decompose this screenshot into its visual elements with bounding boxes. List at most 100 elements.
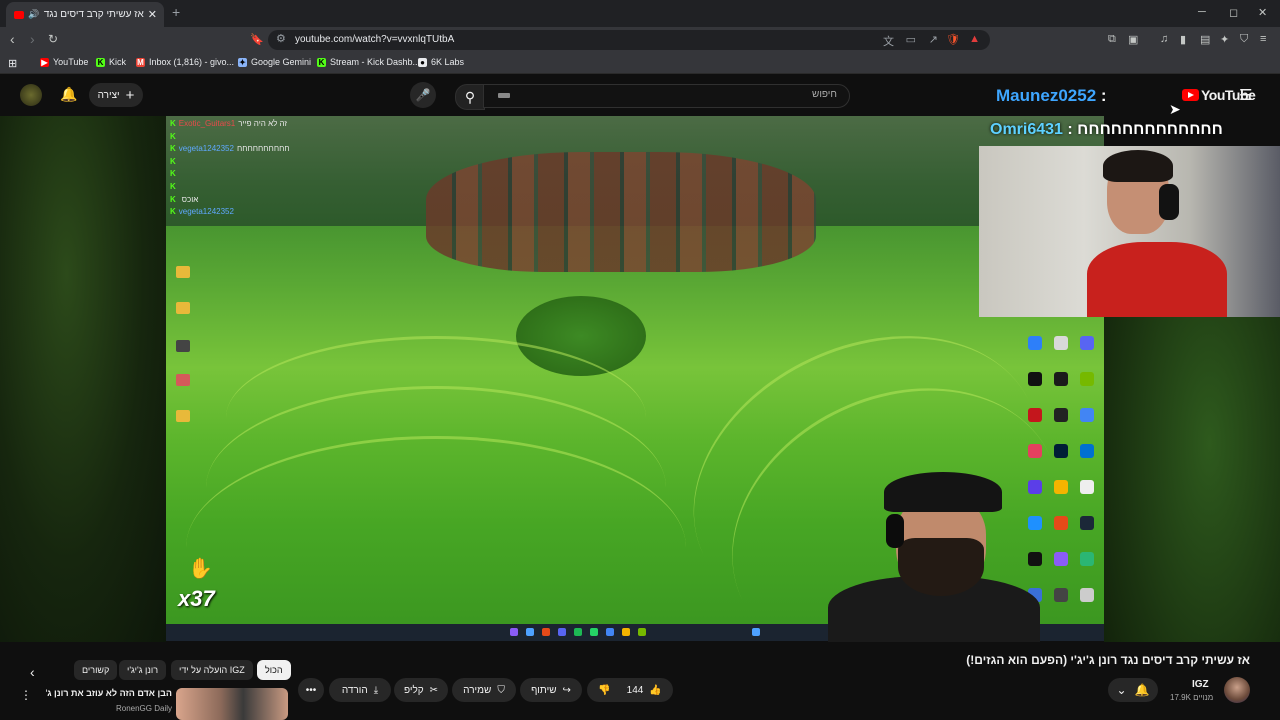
tab-bar xyxy=(0,0,1280,27)
taskbar-app-icon xyxy=(590,628,598,636)
chip-ronen[interactable]: רונן ג'יג'י xyxy=(119,660,167,680)
channel-avatar[interactable] xyxy=(1224,677,1250,703)
subscribe-button[interactable]: ⌄ 🔔 xyxy=(1108,678,1158,702)
chip-uploaded-by[interactable]: הועלה על ידי IGZ xyxy=(171,660,253,680)
chat-message: K xyxy=(170,168,330,181)
clip-button[interactable]: קליפ ✂ xyxy=(394,678,448,702)
scene-village xyxy=(426,152,816,272)
search-button[interactable]: ⚲ xyxy=(455,84,485,110)
close-tab-icon[interactable]: ✕ xyxy=(148,8,157,21)
create-label: יצירה xyxy=(97,89,120,101)
app-icon xyxy=(176,374,190,386)
overlay-chat-message: Omri6431 : חחחחחחחחחחחחח xyxy=(990,121,1223,139)
minimize-button[interactable]: ─ xyxy=(1198,6,1206,18)
sidebar-icon[interactable]: ▮ xyxy=(1180,33,1186,46)
kick-icon: K xyxy=(170,169,176,179)
desktop-app-icon xyxy=(1080,336,1094,350)
desktop-app-icon xyxy=(1080,480,1094,494)
browser-tab[interactable]: 🔊 אז עשיתי קרב דיסים נגד רונן ג ✕ xyxy=(6,2,164,27)
maximize-button[interactable]: ◻ xyxy=(1229,6,1238,19)
share-icon[interactable]: ↗ xyxy=(929,33,938,46)
chat-message: K Exotic_Guitars1 זה לא היה פייר xyxy=(170,118,330,131)
more-actions-icon[interactable]: ⋮ xyxy=(20,688,32,702)
recommended-channel[interactable]: RonenGG Daily xyxy=(100,704,172,713)
chip-related[interactable]: קשורים xyxy=(74,660,118,680)
webcam-beard xyxy=(898,538,984,596)
leo-ai-icon[interactable]: ✦ xyxy=(1220,33,1229,46)
bookmark-kick[interactable]: K Kick xyxy=(96,57,126,67)
address-bar[interactable]: ⚙ youtube.com/watch?v=vvxnlqTUtbA 文 ▭ ↗ … xyxy=(268,30,990,50)
menu-icon[interactable]: ≡ xyxy=(1260,33,1266,45)
kick-favicon-icon: K xyxy=(96,57,105,67)
gmail-favicon-icon: M xyxy=(136,57,145,67)
hand-emote-icon: ✋ xyxy=(188,558,213,580)
create-button[interactable]: יצירה + xyxy=(89,83,143,107)
chat-message: Kvegeta1242352 xyxy=(170,206,330,219)
extensions-icon[interactable]: ⧉ xyxy=(1108,33,1116,46)
share-label: שיתוף xyxy=(531,684,557,696)
chips-prev-icon[interactable]: ‹ xyxy=(30,664,35,680)
vpn-icon[interactable]: ⛉ xyxy=(1240,33,1248,46)
chat-separator: : xyxy=(1096,86,1107,105)
recommended-title[interactable]: הבן אדם הזה לא עוזב את רונן ג'יג'י xyxy=(46,688,172,698)
recommended-thumbnail[interactable] xyxy=(176,688,288,720)
chip-all[interactable]: הכול xyxy=(257,660,291,680)
desktop-app-icon xyxy=(1054,552,1068,566)
back-icon[interactable]: ‹ xyxy=(10,31,15,47)
webcam-cap xyxy=(884,472,1002,512)
kick-icon: K xyxy=(170,131,176,141)
bookmark-icon[interactable]: 🔖 xyxy=(250,33,264,46)
stream-chat-overlay: K Exotic_Guitars1 זה לא היה פייר K Kvegeta… xyxy=(170,118,330,219)
taskbar-app-icon xyxy=(542,628,550,636)
desktop-app-icon xyxy=(1054,588,1068,602)
apps-icon[interactable]: ⊞ xyxy=(8,57,17,70)
youtube-favicon-icon xyxy=(14,10,24,19)
chevron-down-icon: ⌄ xyxy=(1116,683,1127,697)
webcam-shirt xyxy=(1087,242,1227,317)
keyboard-icon[interactable] xyxy=(498,93,510,98)
desktop-app-icon xyxy=(1054,372,1068,386)
bookmark-6k-labs[interactable]: ● 6K Labs xyxy=(418,57,464,67)
desktop-app-icon xyxy=(1028,408,1042,422)
close-window-button[interactable]: ✕ xyxy=(1258,6,1267,19)
kick-icon: K xyxy=(170,194,176,204)
search-input[interactable]: חיפוש xyxy=(483,84,850,108)
kick-icon: K xyxy=(170,207,176,217)
music-icon[interactable]: ♫ xyxy=(1160,33,1168,45)
account-avatar[interactable] xyxy=(20,84,42,106)
bookmark-gmail[interactable]: M Inbox (1,816) - givo... xyxy=(136,57,234,67)
notifications-bell-icon[interactable]: 🔔 xyxy=(60,86,77,103)
translate-icon[interactable]: 文 xyxy=(883,33,894,49)
channel-name[interactable]: IGZ xyxy=(1192,679,1209,690)
voice-search-icon[interactable]: 🎤 xyxy=(410,82,436,108)
like-icon[interactable]: 👍 xyxy=(649,685,661,696)
chat-message: K אוכס xyxy=(170,194,330,207)
folder-icon xyxy=(176,266,190,278)
bookmark-youtube[interactable]: ▶ YouTube xyxy=(40,57,88,67)
screenshot-icon[interactable]: ▣ xyxy=(1128,33,1138,46)
new-tab-button[interactable]: + xyxy=(172,4,180,20)
bookmark-kick-dashboard[interactable]: K Stream - Kick Dashb... xyxy=(317,57,420,67)
save-button[interactable]: שמירה ⛉ xyxy=(452,678,516,702)
cast-icon[interactable]: ▭ xyxy=(906,33,916,46)
reload-icon[interactable]: ↻ xyxy=(48,32,58,46)
bookmark-gemini[interactable]: ✦ Google Gemini xyxy=(238,57,311,67)
taskbar-app-icon xyxy=(510,628,518,636)
ambient-left xyxy=(0,116,166,642)
brave-rewards-icon[interactable]: ▲ xyxy=(969,33,980,45)
dislike-icon[interactable]: 👎 xyxy=(598,685,610,696)
desktop-app-icon xyxy=(1028,372,1042,386)
taskbar-app-icon xyxy=(752,628,760,636)
wallet-icon[interactable]: ▤ xyxy=(1200,33,1210,46)
brave-shields-icon[interactable]: 🛡 xyxy=(946,33,960,46)
more-options-button[interactable]: ••• xyxy=(298,678,324,702)
forward-icon[interactable]: › xyxy=(30,31,35,47)
share-button[interactable]: שיתוף ↪ xyxy=(520,678,582,702)
speaker-icon[interactable]: 🔊 xyxy=(28,9,39,20)
guide-menu-icon[interactable]: ☰ xyxy=(1239,86,1252,104)
download-button[interactable]: הורדה ⤓ xyxy=(329,678,391,702)
kick-favicon-icon: K xyxy=(317,57,326,67)
site-info-icon[interactable]: ⚙ xyxy=(276,32,286,45)
mouse-cursor-icon: ➤ xyxy=(1169,101,1181,117)
desktop-app-icon xyxy=(1080,408,1094,422)
